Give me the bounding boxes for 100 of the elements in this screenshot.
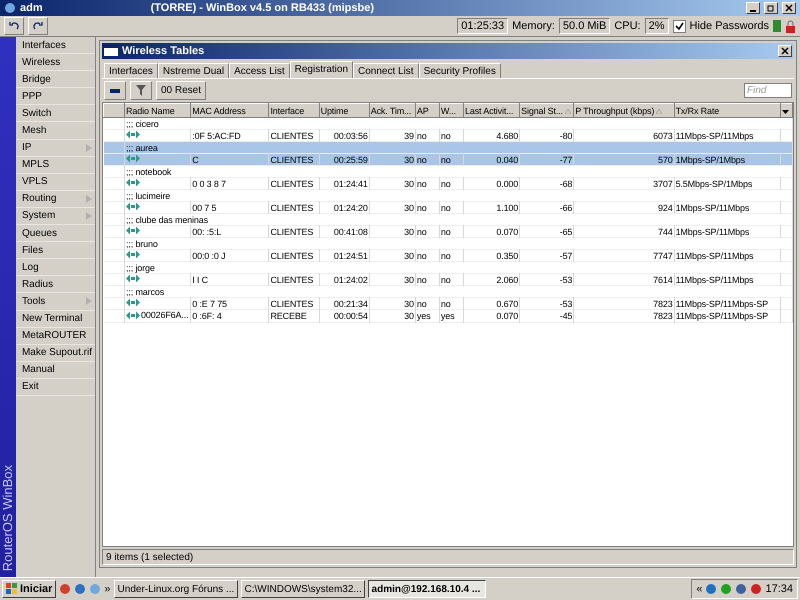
menu-item[interactable]: MPLS bbox=[16, 156, 95, 174]
table-cell: 30 bbox=[369, 310, 416, 322]
menu-item[interactable]: Queues bbox=[16, 225, 95, 242]
app-icon bbox=[89, 583, 102, 595]
minimize-button[interactable] bbox=[746, 2, 760, 14]
column-header[interactable]: W... bbox=[439, 104, 464, 118]
wireless-link-icon bbox=[126, 310, 140, 320]
close-button[interactable] bbox=[778, 45, 792, 57]
submenu-arrow-icon bbox=[86, 297, 92, 306]
table-cell: 0.070 bbox=[463, 310, 520, 322]
tray-expand-button[interactable]: « bbox=[696, 583, 702, 595]
tab[interactable]: Security Profiles bbox=[418, 63, 501, 78]
menu-item[interactable]: Files bbox=[16, 242, 95, 260]
table-cell: RECEBE bbox=[268, 310, 320, 322]
taskbar-button[interactable]: C:\WINDOWS\system32... bbox=[240, 580, 365, 598]
cpu-label: CPU: bbox=[614, 20, 641, 32]
sort-icon bbox=[564, 108, 571, 114]
column-header[interactable]: Radio Name bbox=[124, 104, 191, 118]
wireless-link-icon bbox=[126, 226, 140, 235]
menu-item[interactable]: IP bbox=[16, 140, 95, 157]
column-header[interactable]: P Throughput (kbps) bbox=[574, 104, 674, 118]
redo-icon bbox=[33, 21, 43, 31]
menu-item[interactable]: MetaROUTER bbox=[16, 328, 95, 345]
cpu-readout: 2% bbox=[644, 18, 669, 34]
column-header[interactable]: Ack. Tim... bbox=[369, 104, 416, 118]
hide-passwords-checkbox[interactable] bbox=[672, 20, 686, 32]
table-cell: 11Mbps-SP/11Mbps-SP bbox=[674, 310, 780, 322]
wireless-link-icon bbox=[126, 130, 140, 139]
filter-icon bbox=[136, 85, 146, 96]
menu-item[interactable]: Wireless bbox=[16, 54, 95, 72]
radio-name: 00026F6A... bbox=[141, 310, 188, 320]
menu-item[interactable]: PPP bbox=[16, 88, 95, 106]
taskbar-button[interactable]: admin@192.168.10.4 ... bbox=[368, 580, 486, 598]
status-square-icon bbox=[773, 20, 781, 32]
wireless-link-icon bbox=[126, 274, 140, 283]
tab[interactable]: Registration bbox=[290, 61, 353, 78]
menu-item[interactable]: Routing bbox=[16, 190, 95, 208]
menu-item[interactable]: Mesh bbox=[16, 122, 95, 140]
column-header[interactable]: Tx/Rx Rate bbox=[674, 104, 780, 118]
wireless-link-icon bbox=[126, 202, 140, 211]
filter-button[interactable] bbox=[130, 81, 152, 100]
undo-icon bbox=[9, 21, 19, 31]
table-cell: 00:00:54 bbox=[319, 310, 370, 322]
status-bar: 9 items (1 selected) bbox=[102, 549, 794, 565]
app-icon bbox=[4, 2, 16, 14]
window-title: adm bbox=[20, 2, 43, 14]
wireless-link-icon bbox=[126, 250, 140, 259]
menu-item[interactable]: New Terminal bbox=[16, 310, 95, 328]
column-header[interactable]: AP bbox=[415, 104, 440, 118]
sort-icon bbox=[656, 108, 662, 114]
redo-button[interactable] bbox=[28, 17, 48, 35]
close-button[interactable] bbox=[782, 2, 796, 14]
restore-button[interactable] bbox=[764, 2, 778, 14]
tab[interactable]: Interfaces bbox=[104, 63, 158, 78]
undo-button[interactable] bbox=[4, 17, 24, 35]
more-button[interactable]: » bbox=[104, 583, 111, 595]
memory-label: Memory: bbox=[512, 20, 555, 32]
clock: 17:34 bbox=[765, 583, 793, 595]
time-readout: 01:25:33 bbox=[457, 18, 508, 34]
column-menu-button[interactable] bbox=[780, 104, 792, 118]
reset-button[interactable]: 00 Reset bbox=[156, 81, 206, 100]
wireless-link-icon bbox=[126, 298, 140, 307]
menu-item[interactable]: Radius bbox=[16, 276, 95, 294]
column-header[interactable]: Last Activit... bbox=[463, 104, 520, 118]
tab[interactable]: Access List bbox=[229, 63, 290, 78]
menu-item[interactable]: Bridge bbox=[16, 71, 95, 88]
column-header[interactable]: MAC Address bbox=[190, 104, 269, 118]
checkmark-icon bbox=[674, 22, 684, 30]
menu-item[interactable]: Tools bbox=[16, 293, 95, 310]
menu-item[interactable]: VPLS bbox=[16, 174, 95, 191]
minus-icon bbox=[110, 88, 120, 92]
window-icon bbox=[104, 46, 118, 56]
menu-item[interactable]: Interfaces bbox=[16, 37, 95, 54]
panel-title: Wireless Tables bbox=[122, 45, 204, 57]
menu-item[interactable]: Make Supout.rif bbox=[16, 344, 95, 362]
menu-item[interactable]: Exit bbox=[16, 378, 95, 396]
menu-item[interactable]: System bbox=[16, 208, 95, 226]
wireless-link-icon bbox=[126, 178, 140, 187]
menu-item[interactable]: Switch bbox=[16, 105, 95, 122]
column-header[interactable]: Interface bbox=[268, 104, 320, 118]
menu-item[interactable]: Log bbox=[16, 259, 95, 276]
restore-icon bbox=[767, 4, 775, 12]
hide-passwords-label: Hide Passwords bbox=[690, 20, 769, 32]
window-title: (TORRE) - WinBox v4.5 on RB433 (mipsbe) bbox=[150, 2, 374, 14]
column-header[interactable]: Signal St... bbox=[520, 104, 574, 118]
taskbar-button[interactable]: Under-Linux.org Fóruns ... bbox=[114, 580, 238, 598]
menu-item[interactable]: Manual bbox=[16, 362, 95, 379]
tab[interactable]: Nstreme Dual bbox=[158, 63, 230, 78]
start-button[interactable]: Iniciar bbox=[2, 580, 56, 598]
column-header[interactable]: Uptime bbox=[319, 104, 370, 118]
find-field[interactable]: Find bbox=[744, 83, 792, 98]
table-cell: yes bbox=[439, 310, 464, 322]
table-cell: yes bbox=[415, 310, 440, 322]
close-icon bbox=[781, 47, 789, 55]
remove-button[interactable] bbox=[104, 81, 126, 100]
table-cell: -45 bbox=[520, 310, 574, 322]
windows-logo-icon bbox=[6, 583, 18, 595]
tray-icon bbox=[735, 583, 748, 595]
tray-icon bbox=[720, 583, 732, 595]
tab[interactable]: Connect List bbox=[353, 63, 419, 78]
